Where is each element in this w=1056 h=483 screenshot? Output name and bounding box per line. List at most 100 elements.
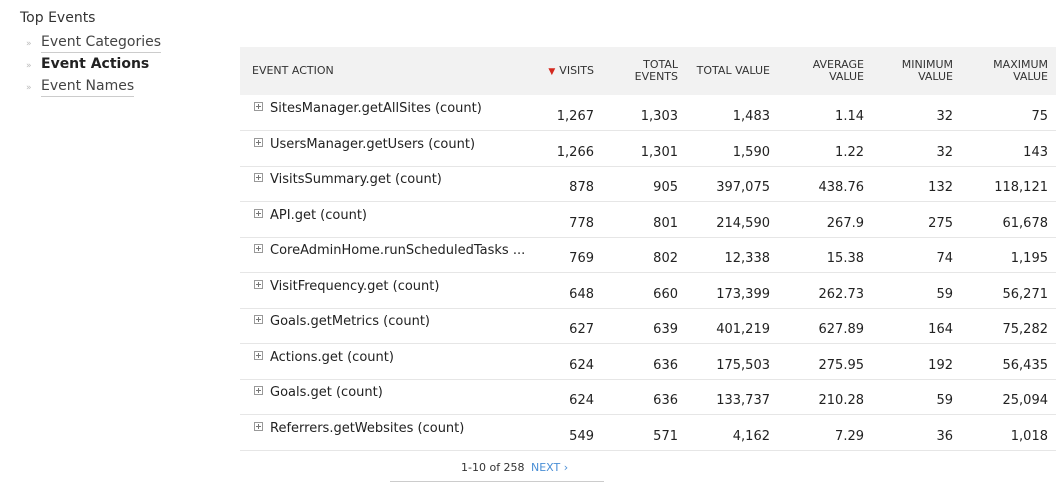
expand-row-icon[interactable] bbox=[254, 244, 263, 254]
column-header-visits[interactable]: ▼ VISITS bbox=[536, 47, 602, 95]
event-actions-table: EVENT ACTION ▼ VISITS TOTAL EVENTS TOTAL … bbox=[240, 47, 1056, 451]
visits-cell: 1,266 bbox=[556, 144, 594, 160]
column-header-maximum-value[interactable]: MAXIMUM VALUE bbox=[961, 47, 1056, 95]
row-label-cell[interactable]: Actions.get (count) bbox=[240, 344, 536, 380]
row-label-cell[interactable]: CoreAdminHome.runScheduledTasks ... bbox=[240, 237, 536, 273]
minimum-value-cell: 275 bbox=[928, 215, 953, 231]
expand-row-icon[interactable] bbox=[254, 421, 263, 431]
total-value-cell: 401,219 bbox=[716, 322, 770, 338]
visits-cell: 627 bbox=[569, 322, 594, 338]
table-row[interactable]: CoreAdminHome.runScheduledTasks ... 769 80… bbox=[240, 237, 1056, 273]
visits-cell: 769 bbox=[569, 251, 594, 267]
bullet-icon: » bbox=[26, 61, 32, 71]
maximum-value-cell: 143 bbox=[1023, 144, 1048, 160]
row-label-cell[interactable]: VisitFrequency.get (count) bbox=[240, 273, 536, 309]
row-label: CoreAdminHome.runScheduledTasks ... bbox=[270, 243, 526, 259]
minimum-value-cell: 59 bbox=[936, 286, 953, 302]
row-label: API.get (count) bbox=[270, 207, 367, 223]
table-row[interactable]: SitesManager.getAllSites (count) 1,267 1,3… bbox=[240, 95, 1056, 131]
table-row[interactable]: VisitsSummary.get (count) 878 905 397,075 43… bbox=[240, 166, 1056, 202]
bullet-icon: » bbox=[26, 83, 32, 93]
maximum-value-cell: 25,094 bbox=[1002, 393, 1049, 409]
report-table-container: EVENT ACTION ▼ VISITS TOTAL EVENTS TOTAL … bbox=[240, 47, 1056, 451]
table-row[interactable]: Referrers.getWebsites (count) 549 571 4,162… bbox=[240, 415, 1056, 451]
table-row[interactable]: Goals.get (count) 624 636 133,737 210.28 59 25… bbox=[240, 379, 1056, 415]
row-label-cell[interactable]: Goals.getMetrics (count) bbox=[240, 308, 536, 344]
maximum-value-cell: 1,018 bbox=[1010, 428, 1048, 444]
column-header-text: VISITS bbox=[559, 63, 594, 77]
visits-cell: 624 bbox=[569, 393, 594, 409]
table-row[interactable]: VisitFrequency.get (count) 648 660 173,399 2… bbox=[240, 273, 1056, 309]
expand-row-icon[interactable] bbox=[254, 315, 263, 325]
minimum-value-cell: 192 bbox=[928, 357, 953, 373]
average-value-cell: 7.29 bbox=[835, 428, 864, 444]
visits-cell: 549 bbox=[569, 428, 594, 444]
expand-row-icon[interactable] bbox=[254, 279, 263, 289]
total-events-cell: 905 bbox=[653, 180, 678, 196]
menu-item-event-actions[interactable]: » Event Actions bbox=[26, 56, 161, 78]
row-label: VisitFrequency.get (count) bbox=[270, 278, 440, 294]
row-label-cell[interactable]: Referrers.getWebsites (count) bbox=[240, 415, 536, 451]
total-value-cell: 1,483 bbox=[732, 109, 770, 124]
pagination: 1-10 of 258 Next › bbox=[390, 460, 604, 482]
maximum-value-cell: 118,121 bbox=[994, 180, 1048, 196]
column-header-average-value[interactable]: AVERAGE VALUE bbox=[778, 47, 872, 95]
expand-row-icon[interactable] bbox=[254, 137, 263, 147]
row-label: SitesManager.getAllSites (count) bbox=[270, 101, 482, 116]
total-value-cell: 4,162 bbox=[732, 428, 770, 444]
column-header-minimum-value[interactable]: MINIMUM VALUE bbox=[872, 47, 961, 95]
total-events-cell: 639 bbox=[653, 322, 678, 338]
total-value-cell: 1,590 bbox=[732, 144, 770, 160]
total-events-cell: 660 bbox=[653, 286, 678, 302]
maximum-value-cell: 75 bbox=[1031, 109, 1048, 124]
total-events-cell: 636 bbox=[653, 393, 678, 409]
table-row[interactable]: Goals.getMetrics (count) 627 639 401,219 627… bbox=[240, 308, 1056, 344]
total-value-cell: 397,075 bbox=[716, 180, 770, 196]
average-value-cell: 1.22 bbox=[835, 144, 864, 160]
total-events-cell: 636 bbox=[653, 357, 678, 373]
column-header-total-events[interactable]: TOTAL EVENTS bbox=[602, 47, 686, 95]
table-row[interactable]: API.get (count) 778 801 214,590 267.9 275 61,6… bbox=[240, 202, 1056, 238]
maximum-value-cell: 56,271 bbox=[1002, 286, 1049, 302]
expand-row-icon[interactable] bbox=[254, 386, 263, 396]
total-value-cell: 173,399 bbox=[716, 286, 770, 302]
row-label-cell[interactable]: UsersManager.getUsers (count) bbox=[240, 131, 536, 167]
row-label: Referrers.getWebsites (count) bbox=[270, 420, 465, 436]
total-events-cell: 571 bbox=[653, 428, 678, 444]
table-row[interactable]: UsersManager.getUsers (count) 1,266 1,301 1… bbox=[240, 131, 1056, 167]
column-header-label[interactable]: EVENT ACTION bbox=[240, 47, 536, 95]
average-value-cell: 438.76 bbox=[818, 180, 865, 196]
average-value-cell: 1.14 bbox=[835, 109, 864, 124]
row-label-cell[interactable]: Goals.get (count) bbox=[240, 379, 536, 415]
menu-item-label[interactable]: Event Actions bbox=[41, 56, 149, 74]
expand-row-icon[interactable] bbox=[254, 102, 263, 111]
total-value-cell: 12,338 bbox=[724, 251, 771, 267]
total-events-cell: 1,301 bbox=[640, 144, 678, 160]
minimum-value-cell: 164 bbox=[928, 322, 953, 338]
row-label-cell[interactable]: API.get (count) bbox=[240, 202, 536, 238]
total-events-cell: 1,303 bbox=[640, 109, 678, 124]
minimum-value-cell: 59 bbox=[936, 393, 953, 409]
menu-item-event-categories[interactable]: » Event Categories bbox=[26, 34, 162, 56]
menu-item-label[interactable]: Event Categories bbox=[41, 34, 162, 53]
section-title: Top Events bbox=[20, 10, 96, 26]
total-value-cell: 175,503 bbox=[716, 357, 770, 373]
minimum-value-cell: 132 bbox=[928, 180, 953, 196]
expand-row-icon[interactable] bbox=[254, 173, 263, 183]
menu-item-label[interactable]: Event Names bbox=[41, 78, 135, 97]
menu-item-event-names[interactable]: » Event Names bbox=[26, 78, 161, 100]
table-row[interactable]: Actions.get (count) 624 636 175,503 275.95 19… bbox=[240, 344, 1056, 380]
bullet-icon: » bbox=[26, 39, 32, 49]
average-value-cell: 262.73 bbox=[818, 286, 865, 302]
row-label: Goals.getMetrics (count) bbox=[270, 314, 430, 330]
expand-row-icon[interactable] bbox=[254, 350, 263, 360]
row-label-cell[interactable]: SitesManager.getAllSites (count) bbox=[240, 95, 536, 131]
row-label-cell[interactable]: VisitsSummary.get (count) bbox=[240, 166, 536, 202]
total-value-cell: 133,737 bbox=[716, 393, 770, 409]
next-page-link[interactable]: Next › bbox=[531, 461, 568, 474]
column-header-total-value[interactable]: TOTAL VALUE bbox=[686, 47, 778, 95]
visits-cell: 878 bbox=[569, 180, 594, 196]
expand-row-icon[interactable] bbox=[254, 208, 263, 218]
total-value-cell: 214,590 bbox=[716, 215, 770, 231]
maximum-value-cell: 56,435 bbox=[1002, 357, 1049, 373]
